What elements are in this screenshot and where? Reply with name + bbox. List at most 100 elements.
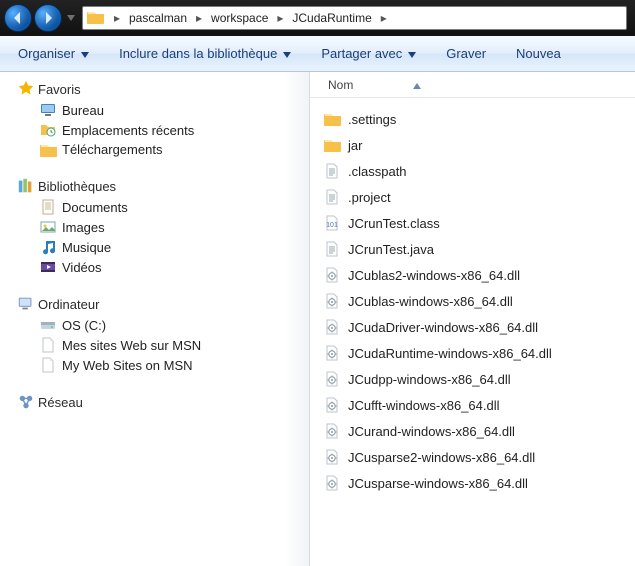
file-name: JCusparse2-windows-x86_64.dll xyxy=(348,450,535,465)
file-list: .settingsjar.classpath.project101JCrunTe… xyxy=(310,98,635,496)
file-list-pane: Nom .settingsjar.classpath.project101JCr… xyxy=(310,72,635,566)
nav-header-label: Favoris xyxy=(36,82,81,97)
file-item[interactable]: 101JCrunTest.class xyxy=(324,210,635,236)
toolbar-label: Nouvea xyxy=(516,46,561,61)
nav-item-label: My Web Sites on MSN xyxy=(60,358,193,373)
breadcrumb-segment[interactable]: JCudaRuntime xyxy=(288,11,375,25)
column-header-name[interactable]: Nom xyxy=(310,72,635,98)
file-item[interactable]: jar xyxy=(324,132,635,158)
dll-icon xyxy=(324,293,348,309)
toolbar-label: Inclure dans la bibliothèque xyxy=(119,46,277,61)
class-icon: 101 xyxy=(324,215,348,231)
folder-icon xyxy=(324,112,348,126)
nav-header-label: Bibliothèques xyxy=(36,179,116,194)
file-item[interactable]: JCublas2-windows-x86_64.dll xyxy=(324,262,635,288)
toolbar-label: Partager avec xyxy=(321,46,402,61)
nav-group-libraries: Bibliothèques Documents ImagesMusique Vidé… xyxy=(0,175,309,277)
column-label: Nom xyxy=(328,78,353,92)
breadcrumb[interactable]: ▸ pascalman ▸ workspace ▸ JCudaRuntime ▸ xyxy=(82,6,627,30)
videos-icon xyxy=(38,259,60,275)
back-button[interactable] xyxy=(4,4,32,32)
txt-icon xyxy=(324,241,348,257)
forward-button[interactable] xyxy=(34,4,62,32)
file-item[interactable]: .settings xyxy=(324,106,635,132)
include-in-library-button[interactable]: Inclure dans la bibliothèque xyxy=(111,42,299,65)
nav-item-computer-2[interactable]: My Web Sites on MSN xyxy=(0,355,309,375)
dll-icon xyxy=(324,449,348,465)
nav-header-label: Ordinateur xyxy=(36,297,99,312)
breadcrumb-sep[interactable]: ▸ xyxy=(109,7,125,29)
nav-item-favorites-2[interactable]: Téléchargements xyxy=(0,140,309,159)
desktop-icon xyxy=(38,102,60,118)
dll-icon xyxy=(324,345,348,361)
file-name: .classpath xyxy=(348,164,407,179)
breadcrumb-sep[interactable]: ▸ xyxy=(191,7,207,29)
nav-group-network: Réseau xyxy=(0,391,309,413)
new-folder-button[interactable]: Nouvea xyxy=(508,42,569,65)
file-name: JCudaRuntime-windows-x86_64.dll xyxy=(348,346,552,361)
file-item[interactable]: JCudaDriver-windows-x86_64.dll xyxy=(324,314,635,340)
file-item[interactable]: .project xyxy=(324,184,635,210)
nav-item-label: Documents xyxy=(60,200,128,215)
breadcrumb-sep[interactable]: ▸ xyxy=(376,7,392,29)
file-name: JCusparse-windows-x86_64.dll xyxy=(348,476,528,491)
nav-group-favorites: Favoris BureauEmplacements récents Téléch… xyxy=(0,78,309,159)
nav-item-label: Téléchargements xyxy=(60,142,162,157)
arrow-right-icon xyxy=(40,10,56,26)
nav-item-computer-1[interactable]: Mes sites Web sur MSN xyxy=(0,335,309,355)
breadcrumb-sep[interactable]: ▸ xyxy=(272,7,288,29)
breadcrumb-segment[interactable]: workspace xyxy=(207,11,272,25)
burn-button[interactable]: Graver xyxy=(438,42,494,65)
folder-icon xyxy=(324,138,348,152)
dll-icon xyxy=(324,267,348,283)
nav-item-libraries-3[interactable]: Vidéos xyxy=(0,257,309,277)
nav-header-label: Réseau xyxy=(36,395,83,410)
dll-icon xyxy=(324,423,348,439)
file-name: JCrunTest.class xyxy=(348,216,440,231)
explorer-body: Favoris BureauEmplacements récents Téléch… xyxy=(0,72,635,566)
file-item[interactable]: JCurand-windows-x86_64.dll xyxy=(324,418,635,444)
images-icon xyxy=(38,219,60,235)
file-name: .project xyxy=(348,190,391,205)
chevron-down-icon xyxy=(283,46,291,61)
dll-icon xyxy=(324,319,348,335)
file-item[interactable]: JCufft-windows-x86_64.dll xyxy=(324,392,635,418)
page-icon xyxy=(38,337,60,353)
nav-item-libraries-1[interactable]: Images xyxy=(0,217,309,237)
documents-icon xyxy=(38,199,60,215)
file-item[interactable]: JCusparse-windows-x86_64.dll xyxy=(324,470,635,496)
nav-item-favorites-0[interactable]: Bureau xyxy=(0,100,309,120)
nav-item-libraries-0[interactable]: Documents xyxy=(0,197,309,217)
toolbar: Organiser Inclure dans la bibliothèque P… xyxy=(0,36,635,72)
address-bar: ▸ pascalman ▸ workspace ▸ JCudaRuntime ▸ xyxy=(0,0,635,36)
nav-header-libraries[interactable]: Bibliothèques xyxy=(0,175,309,197)
organize-button[interactable]: Organiser xyxy=(10,42,97,65)
nav-item-label: Vidéos xyxy=(60,260,102,275)
file-item[interactable]: .classpath xyxy=(324,158,635,184)
nav-header-favorites[interactable]: Favoris xyxy=(0,78,309,100)
file-item[interactable]: JCudpp-windows-x86_64.dll xyxy=(324,366,635,392)
file-item[interactable]: JCrunTest.java xyxy=(324,236,635,262)
file-item[interactable]: JCusparse2-windows-x86_64.dll xyxy=(324,444,635,470)
breadcrumb-segment[interactable]: pascalman xyxy=(125,11,191,25)
sort-asc-icon xyxy=(413,78,421,92)
history-dropdown[interactable] xyxy=(64,6,78,30)
nav-header-computer[interactable]: Ordinateur xyxy=(0,293,309,315)
nav-item-favorites-1[interactable]: Emplacements récents xyxy=(0,120,309,140)
file-item[interactable]: JCublas-windows-x86_64.dll xyxy=(324,288,635,314)
nav-header-network[interactable]: Réseau xyxy=(0,391,309,413)
folder-icon xyxy=(87,10,105,27)
chevron-down-icon xyxy=(67,15,75,21)
libraries-icon xyxy=(14,177,36,195)
share-with-button[interactable]: Partager avec xyxy=(313,42,424,65)
folder-icon xyxy=(38,143,60,157)
file-name: JCublas2-windows-x86_64.dll xyxy=(348,268,520,283)
dll-icon xyxy=(324,371,348,387)
star-icon xyxy=(14,80,36,98)
file-item[interactable]: JCudaRuntime-windows-x86_64.dll xyxy=(324,340,635,366)
file-name: .settings xyxy=(348,112,396,127)
file-name: JCrunTest.java xyxy=(348,242,434,257)
nav-item-computer-0[interactable]: OS (C:) xyxy=(0,315,309,335)
nav-item-libraries-2[interactable]: Musique xyxy=(0,237,309,257)
page-icon xyxy=(38,357,60,373)
